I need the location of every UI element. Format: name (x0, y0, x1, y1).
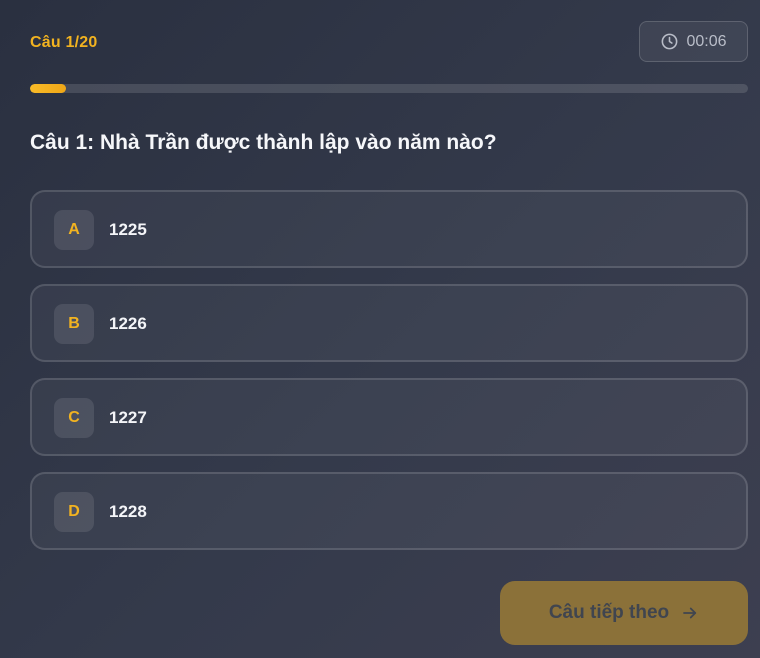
option-text: 1226 (109, 314, 147, 333)
quiz-header: Câu 1/20 00:06 (30, 21, 748, 64)
quiz-panel: Câu 1/20 00:06 Câu 1: Nhà Trần được thàn… (30, 0, 748, 658)
option-text: 1225 (109, 220, 147, 239)
clock-icon (660, 32, 679, 51)
question-counter: Câu 1/20 (30, 34, 98, 51)
option-d[interactable]: D 1228 (30, 472, 748, 550)
progress-fill (30, 84, 66, 93)
next-button-label: Câu tiếp theo (548, 602, 670, 623)
option-text: 1227 (109, 408, 147, 427)
option-b[interactable]: B 1226 (30, 284, 748, 362)
option-text: 1228 (109, 502, 147, 521)
option-a[interactable]: A 1225 (30, 190, 748, 268)
timer: 00:06 (639, 21, 748, 62)
option-letter-badge: A (54, 210, 94, 250)
option-letter-badge: B (54, 304, 94, 344)
question-text: Câu 1: Nhà Trần được thành lập vào năm n… (30, 131, 497, 154)
progress-bar (30, 84, 748, 93)
next-question-button[interactable]: Câu tiếp theo (500, 581, 748, 645)
option-letter-badge: D (54, 492, 94, 532)
arrow-right-icon (681, 604, 699, 622)
timer-value: 00:06 (686, 32, 727, 50)
answer-options: A 1225 B 1226 C 1227 D 1228 (30, 190, 748, 566)
option-letter-badge: C (54, 398, 94, 438)
option-c[interactable]: C 1227 (30, 378, 748, 456)
